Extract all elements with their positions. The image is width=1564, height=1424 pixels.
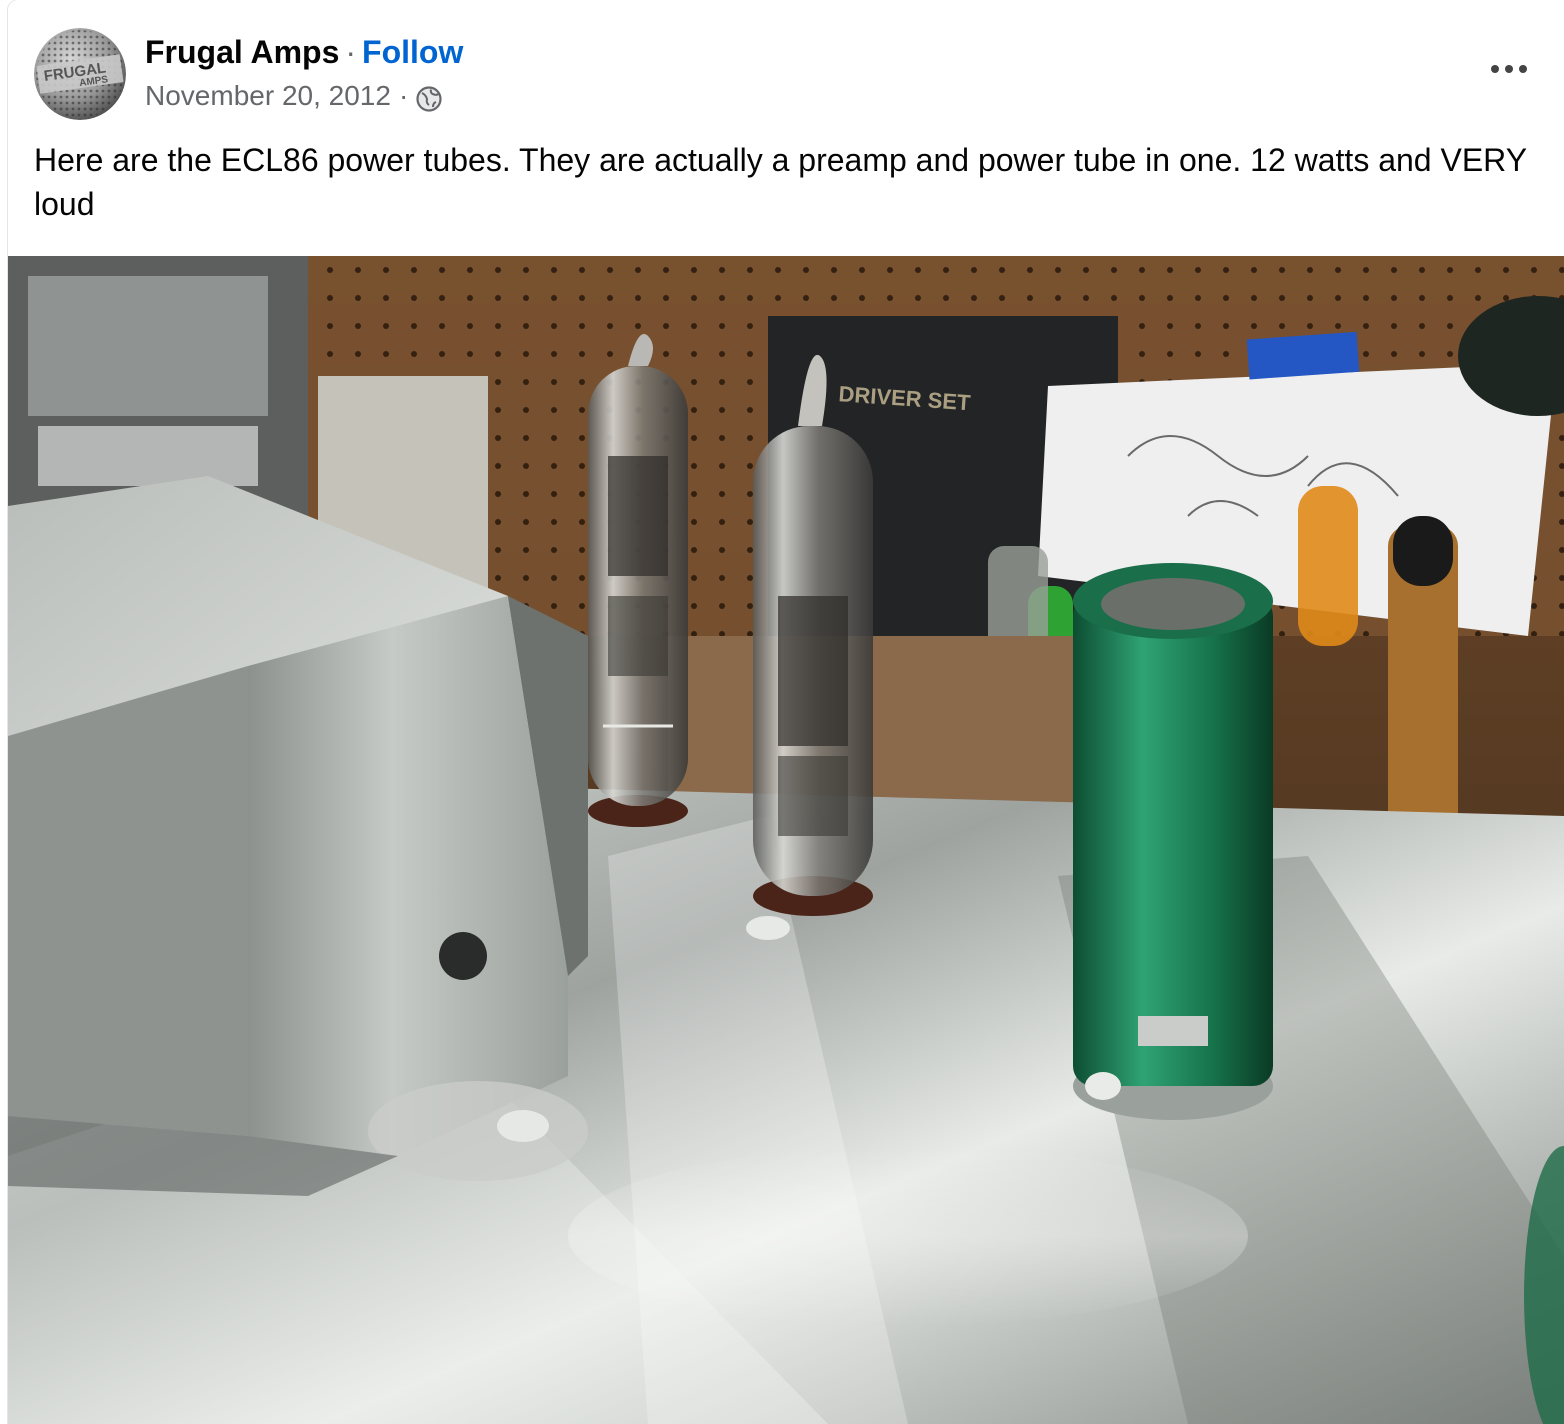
- facebook-post: FRUGAL AMPS Frugal Amps · Follow November …: [8, 0, 1564, 1424]
- post-header: FRUGAL AMPS Frugal Amps · Follow November …: [8, 0, 1564, 130]
- more-dot-icon: [1505, 65, 1513, 73]
- post-date[interactable]: November 20, 2012: [145, 76, 391, 116]
- author-name[interactable]: Frugal Amps: [145, 34, 339, 70]
- more-dot-icon: [1491, 65, 1499, 73]
- name-separator: ·: [345, 34, 357, 70]
- more-dot-icon: [1519, 65, 1527, 73]
- amplifier-photo-image: DRIVER SET: [8, 256, 1564, 1424]
- avatar-logo-image: FRUGAL AMPS: [34, 28, 126, 120]
- post-meta: November 20, 2012 ·: [145, 76, 442, 116]
- more-options-button[interactable]: [1484, 52, 1534, 86]
- post-photo[interactable]: DRIVER SET: [8, 256, 1564, 1424]
- meta-separator: ·: [398, 80, 409, 111]
- follow-button[interactable]: Follow: [362, 34, 463, 70]
- post-text: Here are the ECL86 power tubes. They are…: [34, 142, 1527, 222]
- page-avatar[interactable]: FRUGAL AMPS: [34, 28, 126, 120]
- author-line: Frugal Amps · Follow: [145, 30, 463, 74]
- globe-icon: [416, 83, 442, 112]
